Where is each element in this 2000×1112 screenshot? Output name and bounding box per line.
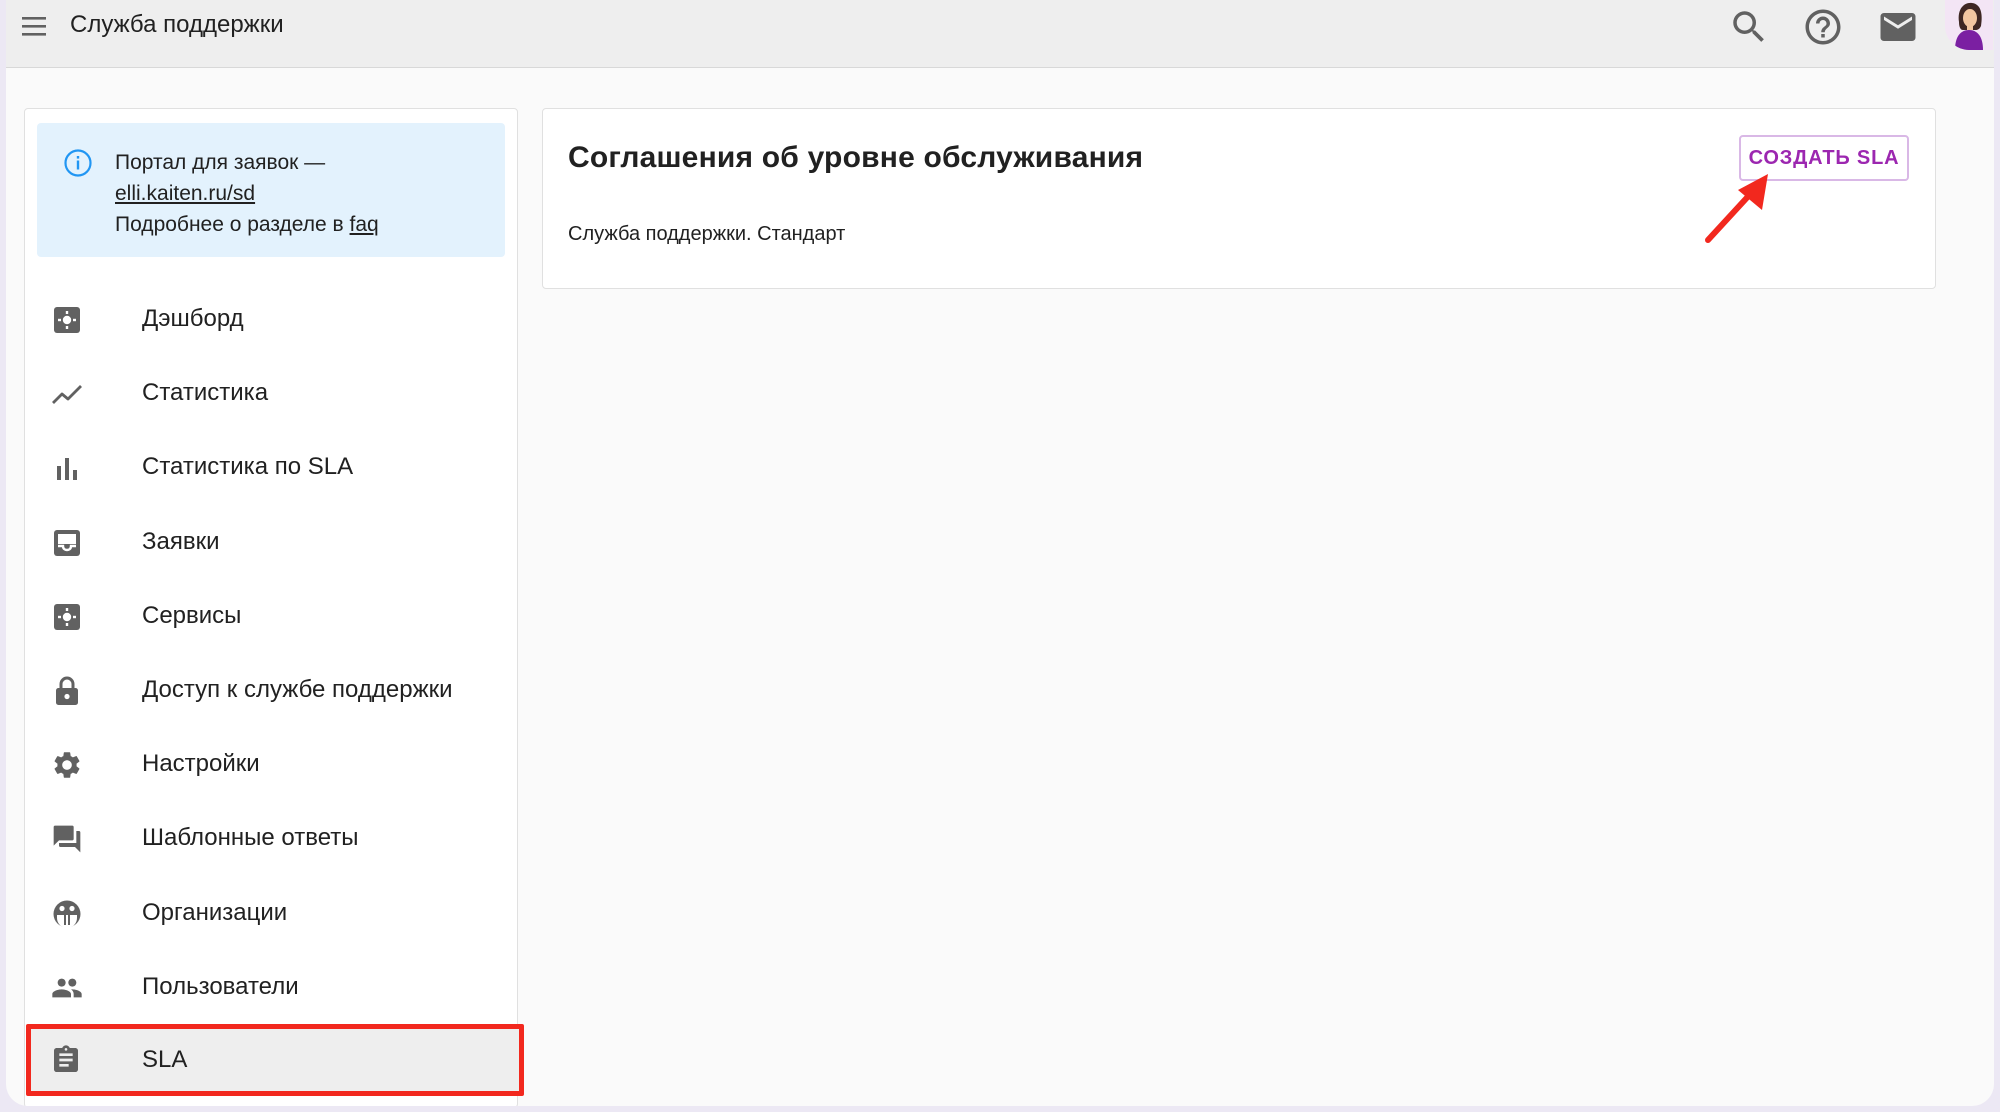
forum-icon [51,823,83,855]
faq-link[interactable]: faq [350,213,379,236]
portal-info-line: Портал для заявок — [115,151,326,174]
sidebar-item-label: SLA [142,1046,188,1073]
bar-chart-icon [51,452,83,484]
create-sla-button[interactable]: СОЗДАТЬ SLA [1739,135,1909,181]
sidebar-item-sla[interactable]: SLA [30,1028,520,1092]
sidebar-item-label: Пользователи [142,973,299,1000]
help-icon[interactable] [1802,6,1844,48]
sidebar-item-label: Шаблонные ответы [142,824,359,851]
sidebar-item-organizations[interactable]: Организации [25,878,519,948]
sidebar-item-requests[interactable]: Заявки [25,507,519,577]
sidebar-item-template-answers[interactable]: Шаблонные ответы [25,803,519,873]
sidebar-item-sla-statistics[interactable]: Статистика по SLA [25,432,519,502]
faq-prefix: Подробнее о разделе в [115,213,350,236]
app-title: Служба поддержки [70,11,284,38]
clipboard-icon [50,1044,82,1076]
sidebar-item-services[interactable]: Сервисы [25,581,519,651]
portal-link[interactable]: elli.kaiten.ru/sd [115,182,255,205]
sidebar-item-label: Заявки [142,528,220,555]
sla-list-item[interactable]: Служба поддержки. Стандарт [568,223,845,246]
gear-icon [51,749,83,781]
sidebar-item-label: Статистика по SLA [142,453,354,480]
sidebar-item-label: Сервисы [142,602,242,629]
portal-info-banner: Портал для заявок — elli.kaiten.ru/sd По… [37,123,505,257]
sidebar-item-support-access[interactable]: Доступ к службе поддержки [25,655,519,725]
sidebar-item-label: Настройки [142,750,260,777]
sidebar-item-label: Доступ к службе поддержки [142,676,453,703]
avatar[interactable] [1945,0,1993,50]
inbox-icon [51,527,83,559]
mail-icon[interactable] [1877,6,1919,48]
search-icon[interactable] [1728,6,1770,48]
trending-icon [51,378,83,410]
organization-icon [51,898,83,930]
portal-info-text: Портал для заявок — elli.kaiten.ru/sd По… [115,147,379,240]
app-window: Служба поддержки Портал для заявок — ell… [6,0,1994,1106]
services-icon [51,601,83,633]
sidebar-item-label: Организации [142,899,288,926]
sidebar-item-label: Статистика [142,379,269,406]
top-app-bar: Служба поддержки [6,0,1994,68]
info-icon [63,148,93,178]
page-title: Соглашения об уровне обслуживания [568,141,1144,174]
sidebar: Портал для заявок — elli.kaiten.ru/sd По… [24,108,518,1106]
menu-icon[interactable] [14,13,54,41]
lock-icon [51,675,83,707]
sidebar-item-dashboard[interactable]: Дэшборд [25,284,519,354]
users-icon [51,972,83,1004]
sla-list-card: Соглашения об уровне обслуживания СОЗДАТ… [542,108,1936,289]
sidebar-item-statistics[interactable]: Статистика [25,358,519,428]
sidebar-item-users[interactable]: Пользователи [25,952,519,1022]
dashboard-icon [51,304,83,336]
sidebar-item-settings[interactable]: Настройки [25,729,519,799]
sidebar-item-label: Дэшборд [142,305,244,332]
